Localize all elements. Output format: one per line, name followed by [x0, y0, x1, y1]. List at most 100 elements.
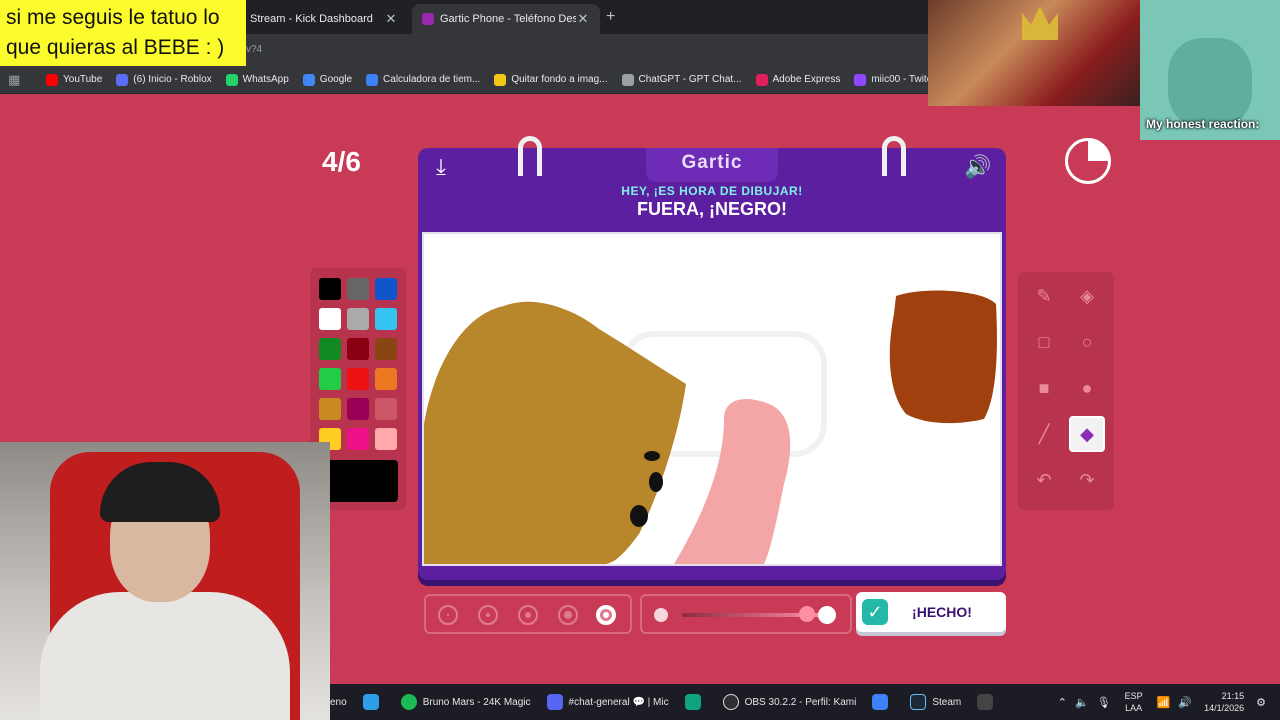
bookmark-adobe-express[interactable]: Adobe Express	[755, 73, 840, 86]
color-swatch[interactable]	[375, 308, 397, 330]
color-swatch[interactable]	[319, 368, 341, 390]
new-tab-button[interactable]: +	[606, 8, 615, 26]
terminal-icon	[977, 694, 994, 710]
taskbar-item-copilot[interactable]	[872, 694, 894, 710]
bookmark-google[interactable]: Google	[302, 73, 352, 86]
eraser-tool[interactable]: ◈	[1069, 278, 1105, 314]
color-swatch[interactable]	[375, 398, 397, 420]
rectangle-tool[interactable]: □	[1026, 324, 1062, 360]
line-tool[interactable]: ╱	[1026, 416, 1062, 452]
done-button[interactable]: ✓ ¡HECHO!	[856, 592, 1006, 632]
color-swatch[interactable]	[319, 398, 341, 420]
color-swatch[interactable]	[347, 398, 369, 420]
person-hoodie	[40, 592, 290, 720]
close-icon[interactable]: ✕	[384, 11, 398, 27]
taskbar-item-chatgpt[interactable]	[684, 694, 707, 710]
filled-rectangle-tool[interactable]: ■	[1026, 370, 1062, 406]
bookmark-youtube[interactable]: YouTube	[46, 73, 102, 86]
spotify-icon	[400, 694, 417, 710]
color-swatch[interactable]	[347, 308, 369, 330]
redo-tool[interactable]: ↷	[1069, 462, 1105, 498]
tab-title: Gartic Phone - Teléfono Descon	[440, 13, 576, 25]
twitch-icon	[854, 73, 867, 86]
stream-overlay-image	[928, 0, 1140, 106]
brush-size-5[interactable]	[596, 605, 616, 625]
chatgpt-icon	[621, 73, 634, 86]
bookmark-whatsapp[interactable]: WhatsApp	[225, 73, 289, 86]
bookmark-removebg[interactable]: Quitar fondo a imag...	[494, 73, 608, 86]
bookmark-calculator[interactable]: Calculadora de tiem...	[366, 73, 480, 86]
chevron-up-icon[interactable]: ⌃	[1058, 696, 1067, 709]
bookmark-roblox[interactable]: (6) Inicio - Roblox	[116, 73, 212, 86]
tab-kick-dashboard[interactable]: Stream - Kick Dashboard ✕	[240, 4, 408, 34]
done-button-label: ¡HECHO!	[912, 604, 972, 620]
stream-caption: si me seguis le tatuo lo que quieras al …	[0, 0, 246, 66]
system-tray: ⌃ 🔈 🎙 ESP LAA 📶 🔊 21:15 14/1/2026 ⚙	[1054, 684, 1270, 720]
brush-size-selector	[424, 594, 632, 634]
taskbar-item-terminal[interactable]	[977, 694, 999, 710]
taskbar-item-app[interactable]: eno	[330, 697, 347, 708]
close-icon[interactable]: ✕	[576, 11, 590, 27]
reaction-caption: My honest reaction:	[1146, 117, 1260, 131]
color-swatch[interactable]	[375, 278, 397, 300]
settings-icon[interactable]: ⚙	[1256, 696, 1266, 709]
pencil-tool[interactable]: ✎	[1026, 278, 1062, 314]
webcam-overlay	[0, 442, 330, 720]
color-swatch[interactable]	[319, 338, 341, 360]
brush-size-1[interactable]	[438, 605, 458, 625]
timer-icon	[1065, 138, 1111, 184]
clock[interactable]: 21:15 14/1/2026	[1204, 690, 1244, 714]
taskbar-item-spotify[interactable]: Bruno Mars - 24K Magic	[400, 694, 531, 710]
opacity-knob[interactable]	[799, 606, 815, 622]
taskbar-item-obs[interactable]: OBS 30.2.2 - Perfil: Kami	[722, 694, 856, 710]
gartic-favicon-icon	[422, 13, 434, 25]
color-swatch[interactable]	[347, 338, 369, 360]
hook-icon	[882, 136, 906, 176]
drawn-brown-shape	[889, 290, 997, 424]
adobe-icon	[755, 73, 768, 86]
tab-gartic-phone[interactable]: Gartic Phone - Teléfono Descon ✕	[412, 4, 600, 34]
bookmark-twitch[interactable]: miic00 - Twitch	[854, 73, 937, 86]
gartic-logo: Gartic	[681, 152, 743, 173]
url-text: v?4	[246, 44, 263, 55]
color-swatch[interactable]	[347, 368, 369, 390]
color-swatch[interactable]	[375, 428, 397, 450]
volume-icon[interactable]: 🔊	[964, 154, 996, 182]
speaker-icon[interactable]: 🔈	[1075, 696, 1089, 709]
obs-icon	[722, 694, 739, 710]
color-swatch[interactable]	[347, 278, 369, 300]
volume-icon[interactable]: 🔊	[1178, 696, 1192, 709]
drawn-mark-1	[644, 451, 660, 461]
taskbar-item-edge[interactable]	[362, 694, 385, 710]
tab-title: Stream - Kick Dashboard	[250, 13, 373, 25]
language-indicator[interactable]: ESP LAA	[1125, 690, 1143, 714]
color-swatch[interactable]	[319, 308, 341, 330]
color-swatch[interactable]	[375, 338, 397, 360]
undo-tool[interactable]: ↶	[1026, 462, 1062, 498]
taskbar: eno Bruno Mars - 24K Magic #chat-general…	[330, 684, 1280, 720]
taskbar-item-discord[interactable]: #chat-general 💬 | Mic	[546, 694, 669, 710]
brush-size-3[interactable]	[518, 605, 538, 625]
bookmark-chatgpt[interactable]: ChatGPT - GPT Chat...	[621, 73, 742, 86]
roblox-icon	[116, 73, 129, 86]
color-swatch[interactable]	[319, 278, 341, 300]
brush-size-4[interactable]	[558, 605, 578, 625]
drawing-canvas[interactable]	[422, 232, 1002, 566]
drawn-hair	[424, 301, 686, 564]
filled-ellipse-tool[interactable]: ●	[1069, 370, 1105, 406]
ellipse-tool[interactable]: ○	[1069, 324, 1105, 360]
taskbar-item-steam[interactable]: Steam	[910, 694, 961, 710]
color-swatch[interactable]	[375, 368, 397, 390]
microphone-icon[interactable]: 🎙	[1097, 696, 1111, 709]
color-swatch[interactable]	[347, 428, 369, 450]
opacity-slider[interactable]	[640, 594, 852, 634]
wifi-icon[interactable]: 📶	[1157, 696, 1171, 709]
brush-size-2[interactable]	[478, 605, 498, 625]
download-icon[interactable]: ⤓	[428, 154, 454, 180]
removebg-icon	[494, 73, 507, 86]
youtube-icon	[46, 73, 58, 86]
fill-bucket-tool[interactable]: ◆	[1069, 416, 1105, 452]
apps-grid-icon[interactable]: ▦	[8, 72, 24, 88]
round-counter: 4/6	[322, 146, 361, 177]
steam-icon	[910, 694, 927, 710]
